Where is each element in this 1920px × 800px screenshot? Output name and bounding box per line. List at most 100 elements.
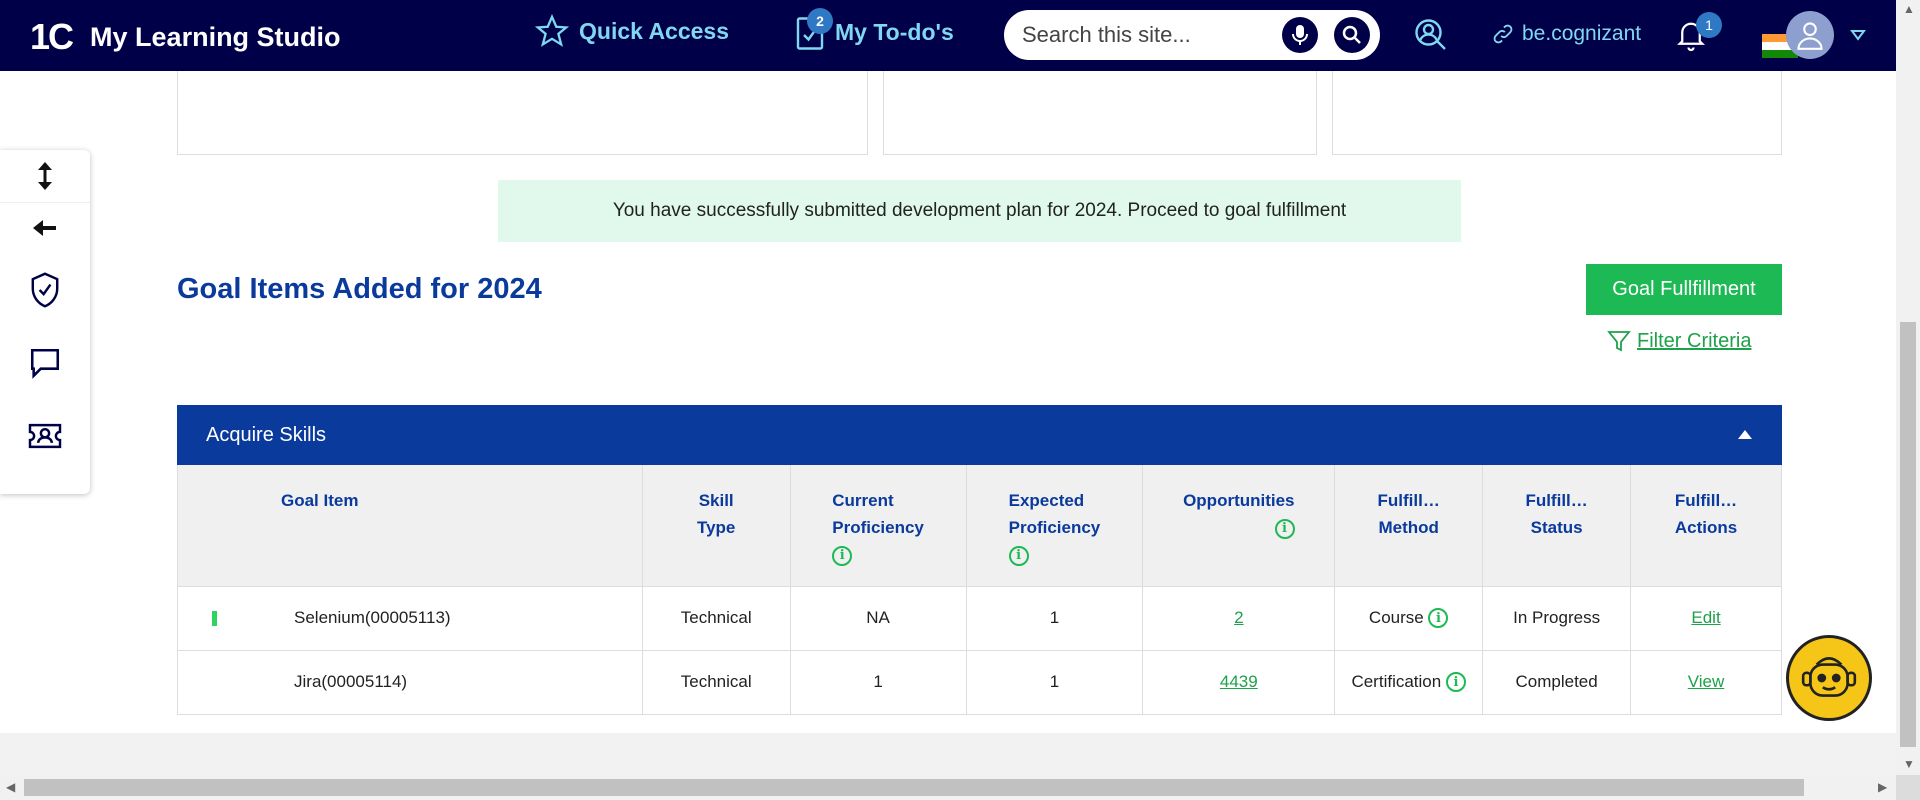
info-icon[interactable]: i bbox=[1445, 672, 1466, 693]
page-title: Goal Items Added for 2024 bbox=[177, 273, 542, 305]
site-search bbox=[1004, 10, 1380, 60]
opportunities-link[interactable]: 4439 bbox=[1220, 672, 1258, 691]
goal-item-cell: Jira(00005114) bbox=[177, 649, 643, 715]
scroll-down-arrow-icon[interactable]: ▼ bbox=[1903, 757, 1915, 771]
user-search-icon bbox=[1415, 19, 1446, 50]
quick-access-label: Quick Access bbox=[579, 17, 730, 44]
quick-access-link[interactable]: Quick Access bbox=[535, 14, 729, 48]
scroll-right-arrow-icon[interactable]: ▶ bbox=[1878, 780, 1887, 794]
filter-criteria-link[interactable]: Filter Criteria bbox=[1607, 329, 1751, 353]
filter-criteria-label: Filter Criteria bbox=[1637, 329, 1752, 352]
scrollbar-corner bbox=[1896, 775, 1920, 800]
opportunities-cell: 4439 bbox=[1142, 649, 1336, 715]
support-ticket-button[interactable] bbox=[0, 399, 90, 472]
profile-dropdown-button[interactable] bbox=[1850, 28, 1866, 46]
info-icon[interactable]: i bbox=[1008, 545, 1029, 566]
chatbot-button[interactable] bbox=[1786, 635, 1872, 721]
goal-item-cell: Selenium(00005113) bbox=[177, 585, 643, 650]
fulfill-method-cell: Certification i bbox=[1334, 649, 1484, 715]
fulfill-actions-cell: Edit bbox=[1630, 585, 1782, 650]
vertical-scroll-thumb[interactable] bbox=[1900, 322, 1916, 747]
expand-vertical-icon bbox=[38, 162, 52, 190]
skill-type-cell: Technical bbox=[642, 585, 791, 650]
summary-card bbox=[883, 71, 1317, 155]
app-title: My Learning Studio bbox=[90, 21, 341, 52]
horizontal-scrollbar[interactable]: ◀ ▶ bbox=[0, 775, 1896, 800]
todos-label: My To-do's bbox=[835, 18, 954, 45]
brand[interactable]: 1C My Learning Studio bbox=[30, 16, 341, 58]
avatar[interactable] bbox=[1786, 11, 1834, 59]
summary-card bbox=[177, 71, 868, 155]
col-skill-type: Skill Type bbox=[642, 465, 791, 586]
chevron-down-icon bbox=[1850, 30, 1866, 41]
fulfill-status-cell: Completed bbox=[1482, 649, 1632, 715]
col-fulfill-actions: Fulfill… Actions bbox=[1630, 465, 1782, 586]
table-row: Jira(00005114) Technical 1 1 4439 Certif… bbox=[177, 649, 1782, 715]
feedback-button[interactable] bbox=[0, 326, 90, 399]
section-title: Acquire Skills bbox=[206, 423, 327, 446]
col-current-proficiency: Current Proficiency i bbox=[790, 465, 967, 586]
back-button[interactable] bbox=[0, 203, 90, 253]
skill-type-cell: Technical bbox=[642, 649, 791, 715]
current-proficiency-cell: 1 bbox=[790, 649, 967, 715]
shield-check-icon bbox=[31, 271, 59, 308]
search-button[interactable] bbox=[1334, 17, 1370, 53]
info-icon[interactable]: i bbox=[1274, 518, 1295, 539]
info-icon[interactable]: i bbox=[832, 545, 853, 566]
summary-card bbox=[1332, 71, 1782, 155]
user-icon bbox=[1797, 22, 1823, 50]
col-fulfill-method: Fulfill… Method bbox=[1334, 465, 1484, 586]
goal-fulfillment-button[interactable]: Goal Fullfillment bbox=[1586, 264, 1782, 315]
opportunities-link[interactable]: 2 bbox=[1234, 608, 1243, 627]
success-banner: You have successfully submitted developm… bbox=[498, 180, 1461, 242]
side-rail bbox=[0, 150, 90, 494]
back-arrow-icon bbox=[33, 220, 56, 236]
robot-assistant-icon bbox=[1801, 657, 1857, 697]
main-content: You have successfully submitted developm… bbox=[0, 71, 1896, 733]
search-input[interactable] bbox=[1022, 22, 1282, 48]
table-header-row: Goal Item Skill Type Current Proficiency i … bbox=[177, 465, 1782, 586]
expected-proficiency-cell: 1 bbox=[966, 585, 1144, 650]
table-row: Selenium(00005113) Technical NA 1 2 Cour… bbox=[177, 585, 1782, 650]
chat-icon bbox=[30, 348, 60, 379]
col-expected-proficiency: Expected Proficiency i bbox=[966, 465, 1144, 586]
todo-count-badge: 2 bbox=[807, 8, 833, 34]
filter-icon bbox=[1607, 331, 1631, 352]
be-cognizant-link[interactable]: be.cognizant bbox=[1492, 22, 1641, 46]
search-icon bbox=[1342, 25, 1361, 44]
edit-link[interactable]: Edit bbox=[1691, 608, 1720, 627]
goal-items-table: Goal Item Skill Type Current Proficiency i … bbox=[177, 465, 1782, 715]
people-search-button[interactable] bbox=[1412, 16, 1448, 57]
info-icon[interactable]: i bbox=[1428, 608, 1449, 629]
notifications-button[interactable]: 1 bbox=[1676, 12, 1722, 57]
col-fulfill-status: Fulfill… Status bbox=[1482, 465, 1632, 586]
scroll-left-arrow-icon[interactable]: ◀ bbox=[6, 780, 15, 794]
collapse-caret-icon[interactable] bbox=[1738, 430, 1752, 439]
horizontal-scroll-thumb[interactable] bbox=[24, 779, 1804, 796]
microphone-icon bbox=[1292, 25, 1308, 45]
brand-logo: 1C bbox=[30, 16, 74, 57]
row-status-marker bbox=[212, 610, 217, 626]
be-cognizant-label: be.cognizant bbox=[1522, 22, 1642, 45]
view-link[interactable]: View bbox=[1688, 672, 1725, 691]
fulfill-status-cell: In Progress bbox=[1482, 585, 1632, 650]
star-icon bbox=[535, 14, 569, 47]
todos-link[interactable]: My To-do's 2 bbox=[795, 8, 954, 50]
current-proficiency-cell: NA bbox=[790, 585, 967, 650]
voice-search-button[interactable] bbox=[1282, 17, 1318, 53]
fulfill-method-cell: Course i bbox=[1334, 585, 1484, 650]
compliance-button[interactable] bbox=[0, 253, 90, 326]
fulfill-actions-cell: View bbox=[1630, 649, 1782, 715]
opportunities-cell: 2 bbox=[1142, 585, 1336, 650]
link-icon bbox=[1493, 24, 1513, 44]
top-nav-bar: 1C My Learning Studio Quick Access My To… bbox=[0, 0, 1896, 71]
col-goal-item: Goal Item bbox=[177, 465, 643, 586]
col-opportunities: Opportunities i bbox=[1142, 465, 1336, 586]
notification-count-badge: 1 bbox=[1696, 12, 1722, 38]
expand-rail-button[interactable] bbox=[0, 150, 90, 203]
scroll-up-arrow-icon[interactable]: ▲ bbox=[1903, 2, 1915, 16]
expected-proficiency-cell: 1 bbox=[966, 649, 1144, 715]
ticket-icon bbox=[28, 423, 62, 448]
acquire-skills-header[interactable]: Acquire Skills bbox=[177, 405, 1782, 465]
vertical-scrollbar[interactable]: ▲ ▼ bbox=[1896, 0, 1920, 775]
